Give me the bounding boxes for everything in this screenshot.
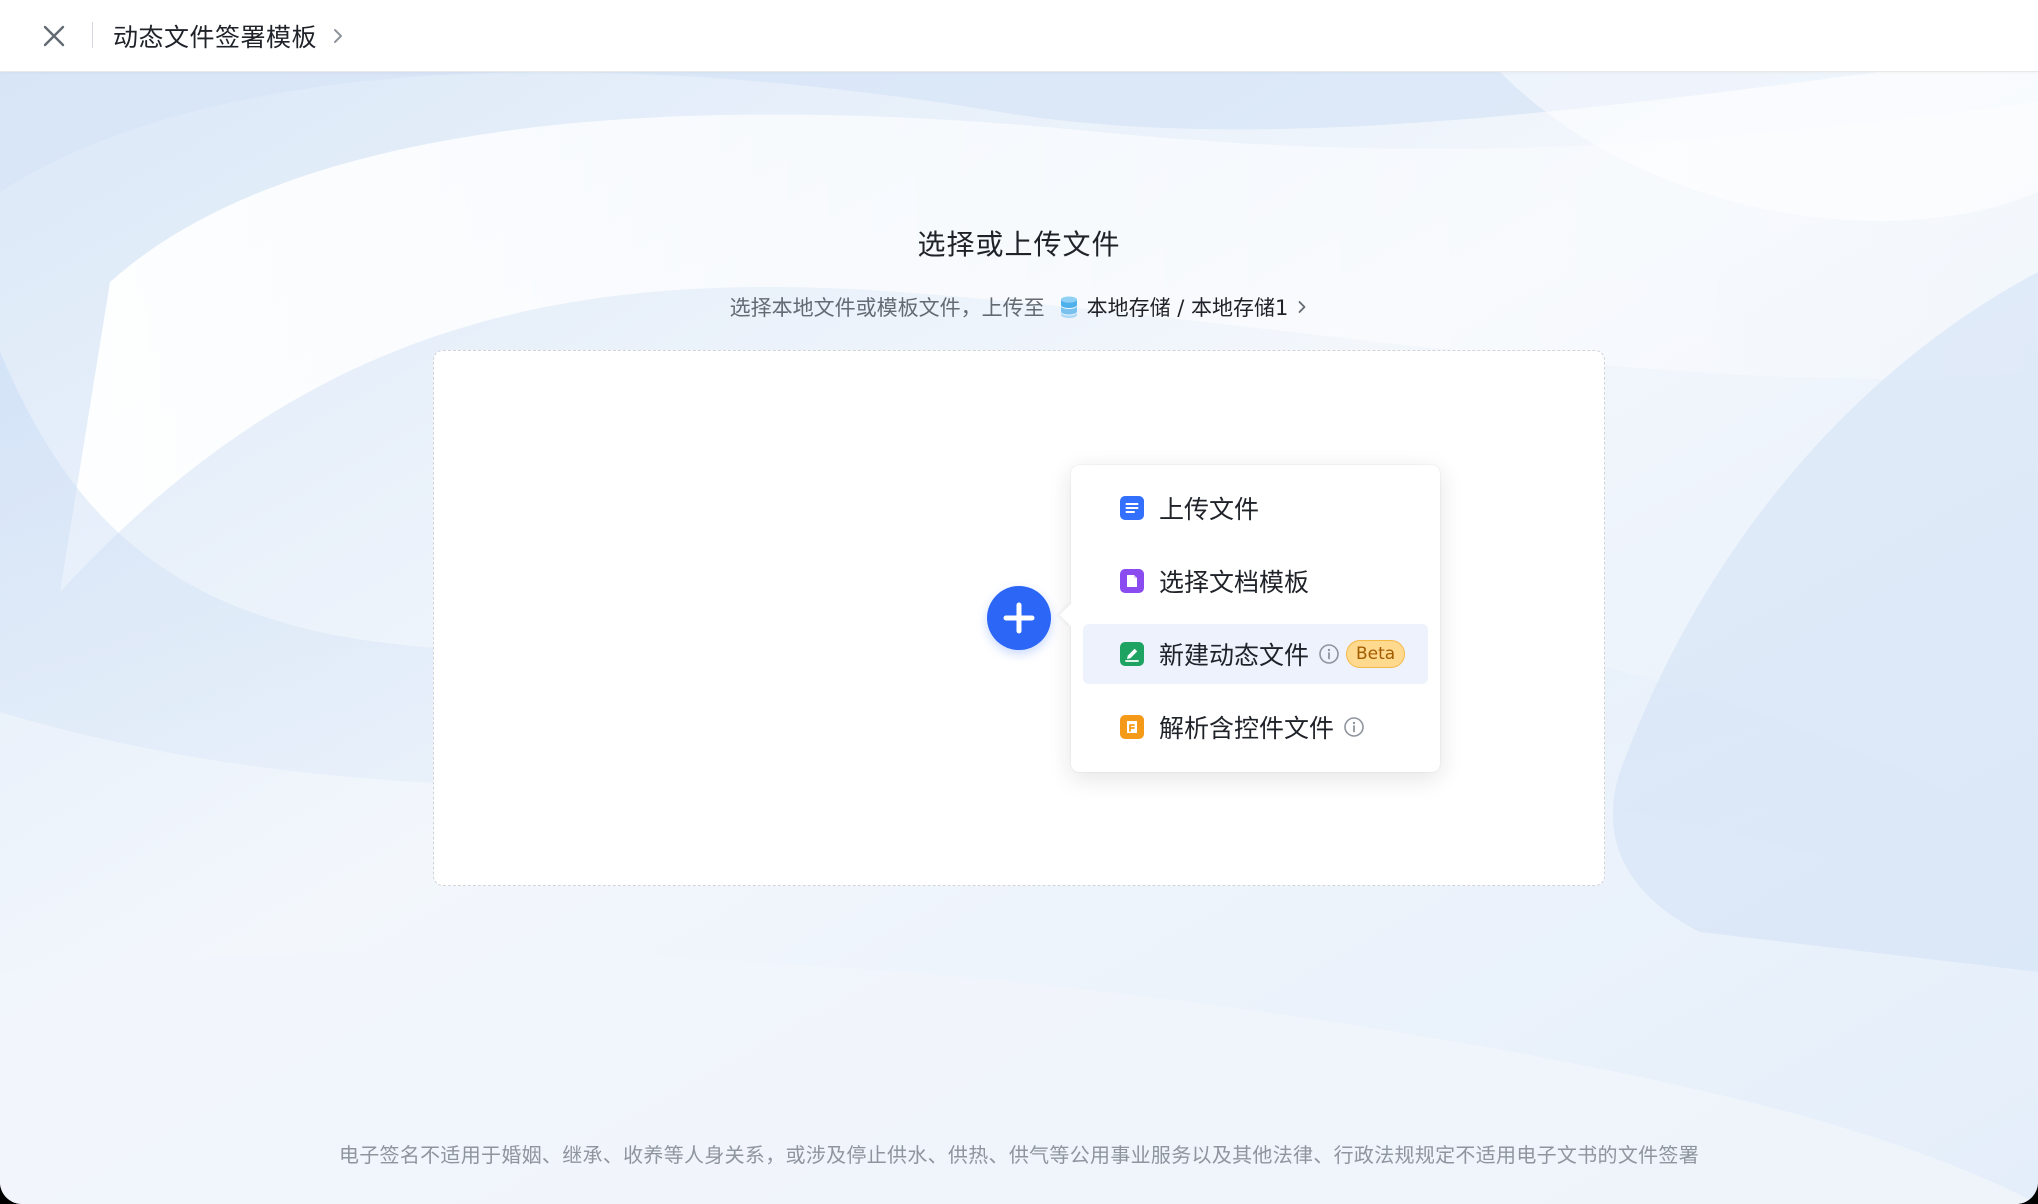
chevron-right-icon (1298, 301, 1306, 313)
title-divider (92, 22, 93, 48)
menu-item-parse-control-file[interactable]: 解析含控件文件 (1083, 697, 1428, 757)
chevron-right-icon (334, 29, 343, 43)
database-icon (1060, 296, 1077, 318)
top-bar: 动态文件签署模板 (0, 0, 2038, 72)
menu-item-upload-file[interactable]: 上传文件 (1083, 478, 1428, 538)
close-icon (43, 25, 65, 47)
parse-doc-icon (1120, 715, 1144, 739)
add-file-menu: 上传文件 选择文档模板 新建动态文件 Beta 解析含控件文件 (1059, 465, 1440, 772)
main-heading: 选择或上传文件 (917, 228, 1121, 261)
page-title: 动态文件签署模板 (113, 23, 318, 52)
storage-selector[interactable]: 本地存储 / 本地存储1 (1059, 292, 1309, 322)
edit-doc-icon (1120, 642, 1144, 666)
storage-path: 本地存储 / 本地存储1 (1086, 296, 1289, 320)
app-window: 动态文件签署模板 选择或上传文件 选择本地文件或模板文件，上传至 本地存储 / … (0, 0, 2038, 1204)
menu-item-choose-template[interactable]: 选择文档模板 (1083, 551, 1428, 611)
subtitle-text: 选择本地文件或模板文件，上传至 (729, 296, 1045, 320)
info-icon[interactable] (1343, 716, 1365, 738)
close-button[interactable] (36, 18, 72, 54)
menu-item-label: 选择文档模板 (1159, 568, 1310, 597)
template-icon (1120, 569, 1144, 593)
menu-item-label: 解析含控件文件 (1159, 714, 1335, 743)
upload-destination: 选择本地文件或模板文件，上传至 本地存储 / 本地存储1 (0, 292, 2038, 322)
menu-item-label: 新建动态文件 (1159, 641, 1310, 670)
breadcrumb[interactable]: 动态文件签署模板 (113, 16, 345, 56)
add-file-button[interactable] (987, 586, 1051, 650)
menu-item-label: 上传文件 (1159, 495, 1260, 524)
plus-icon (1003, 602, 1035, 634)
doc-lines-icon (1120, 496, 1144, 520)
beta-badge: Beta (1346, 640, 1406, 668)
info-icon[interactable] (1318, 643, 1340, 665)
legal-notice: 电子签名不适用于婚姻、继承、收养等人身关系，或涉及停止供水、供热、供气等公用事业… (338, 1143, 1700, 1167)
menu-item-new-dynamic-file[interactable]: 新建动态文件 Beta (1083, 624, 1428, 684)
